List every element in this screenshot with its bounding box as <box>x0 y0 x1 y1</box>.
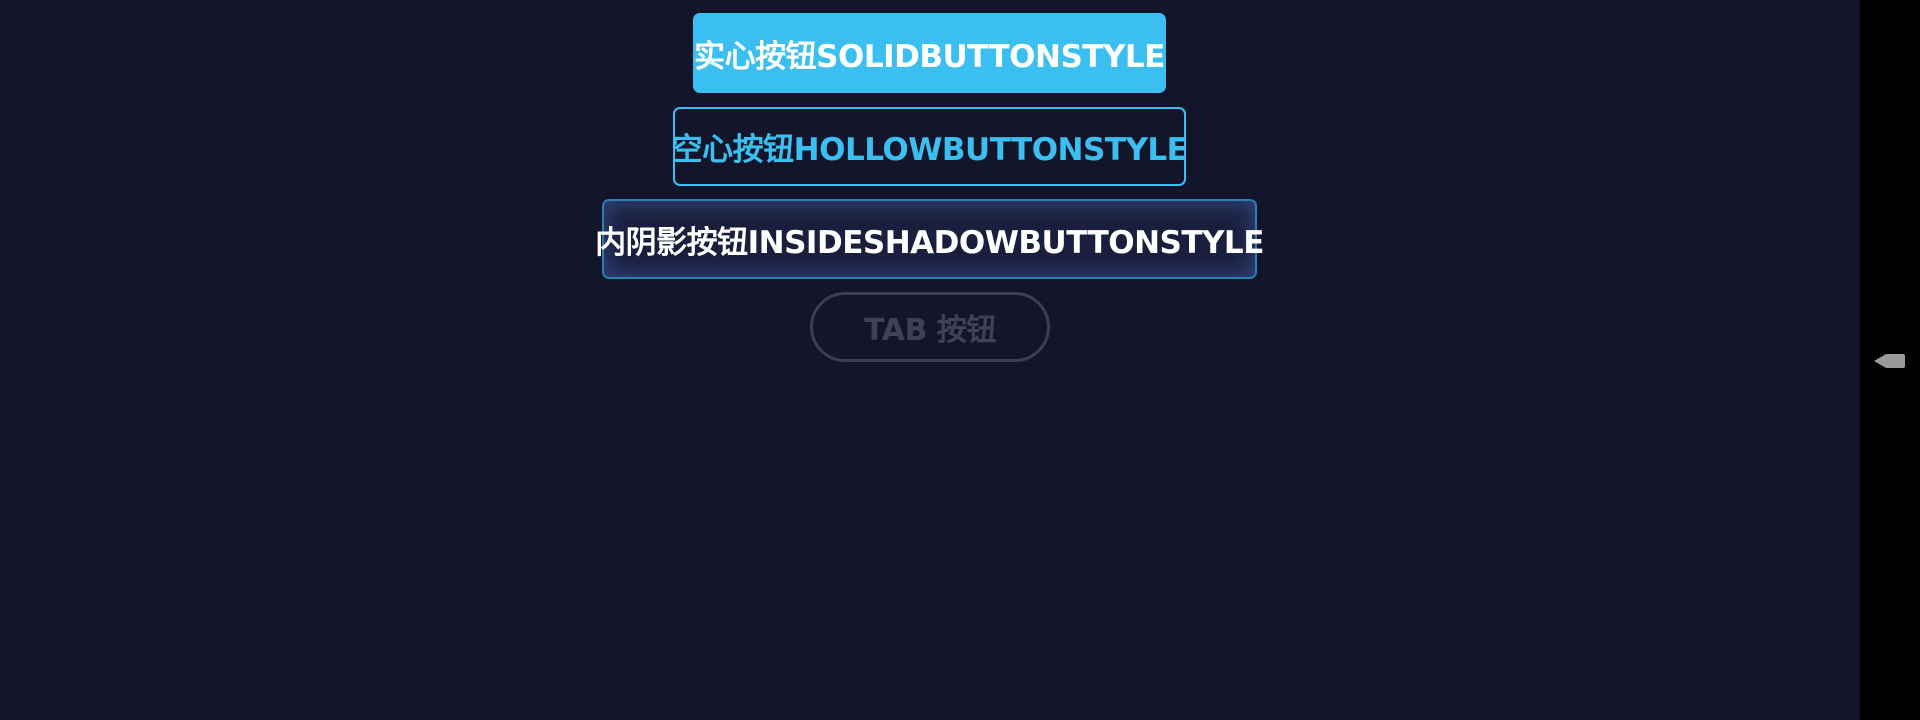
inside-shadow-button[interactable]: 内阴影按钮INSIDESHADOWBUTTONSTYLE <box>595 199 1264 279</box>
back-arrow-icon <box>1874 354 1905 368</box>
hollow-button[interactable]: 空心按钮HOLLOWBUTTONSTYLE <box>672 107 1188 186</box>
tab-button[interactable]: TAB 按钮 <box>810 292 1050 362</box>
side-panel-handle[interactable] <box>1874 351 1908 371</box>
app-canvas: 实心按钮SOLIDBUTTONSTYLE 空心按钮HOLLOWBUTTONSTY… <box>0 0 1860 720</box>
solid-button[interactable]: 实心按钮SOLIDBUTTONSTYLE <box>693 13 1166 93</box>
